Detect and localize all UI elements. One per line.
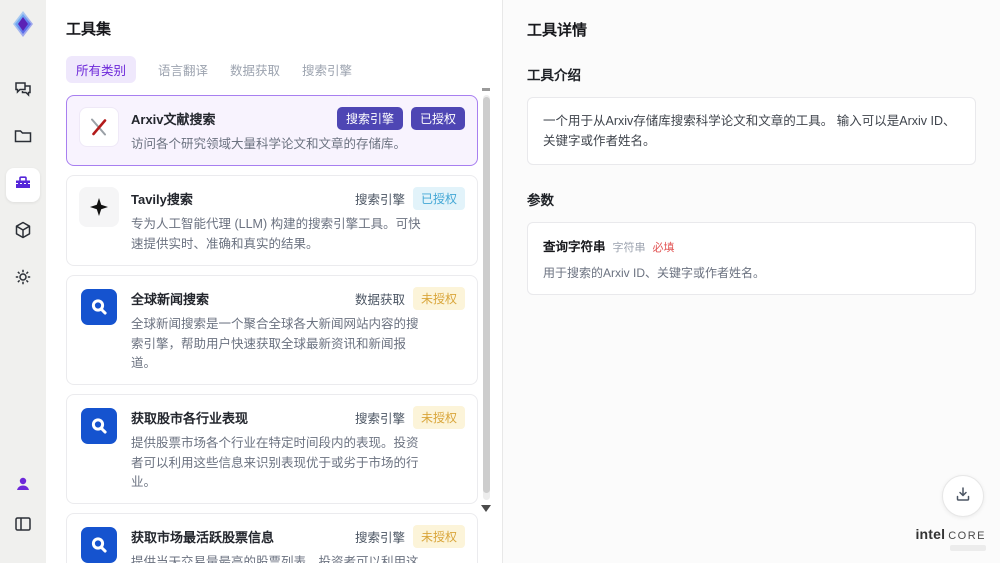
nav-tools-button[interactable]	[6, 168, 40, 202]
tool-name: Arxiv文献搜索	[131, 112, 216, 127]
user-icon	[13, 474, 33, 499]
auth-status-badge: 已授权	[410, 107, 465, 130]
nav-models-button[interactable]	[6, 215, 40, 249]
app-logo-icon	[7, 8, 39, 40]
tool-description: 专为人工智能代理 (LLM) 构建的搜索引擎工具。可快速提供实时、准确和真实的结…	[131, 217, 421, 251]
category-badge: 搜索引擎	[354, 531, 405, 546]
param-name: 查询字符串	[543, 240, 606, 254]
tab-data-acquisition[interactable]: 数据获取	[230, 56, 280, 83]
user-profile-button[interactable]	[6, 469, 40, 503]
tool-description: 全球新闻搜索是一个聚合全球各大新闻网站内容的搜索引擎，帮助用户快速获取全球最新资…	[131, 317, 419, 370]
tool-card-global-news[interactable]: 全球新闻搜索 数据获取 未授权 全球新闻搜索是一个聚合全球各大新闻网站内容的搜索…	[66, 275, 478, 386]
scroll-up-button[interactable]	[482, 88, 490, 91]
blue-search-icon	[79, 406, 119, 446]
category-tabs: 所有类别 语言翻译 数据获取 搜索引擎	[66, 56, 502, 83]
param-required-badge: 必填	[652, 242, 675, 254]
icon-rail	[0, 0, 46, 563]
tool-name: 获取股市各行业表现	[131, 411, 249, 427]
tool-description: 访问各个研究领域大量科学论文和文章的存储库。	[131, 137, 407, 151]
category-badge: 搜索引擎	[336, 107, 403, 130]
arxiv-icon	[79, 107, 119, 147]
auth-status-badge: 未授权	[412, 406, 465, 430]
cube-icon	[13, 220, 33, 245]
scrollbar-track[interactable]	[482, 95, 490, 500]
tab-language-translation[interactable]: 语言翻译	[158, 56, 208, 83]
tool-description: 提供当天交易量最高的股票列表。投资者可以利用这些信息来识别流动性强的股票和潜在的…	[131, 555, 419, 563]
page-title: 工具集	[66, 21, 112, 38]
tool-name: Tavily搜索	[131, 192, 193, 208]
brand-core-text: CORE	[948, 530, 986, 542]
chat-icon	[13, 79, 33, 104]
tavily-star-icon	[79, 187, 119, 228]
tool-name: 获取市场最活跃股票信息	[131, 530, 275, 546]
tool-card-tavily[interactable]: Tavily搜索 搜索引擎 已授权 专为人工智能代理 (LLM) 构建的搜索引擎…	[66, 175, 478, 267]
brand-subtext	[950, 545, 986, 551]
scroll-down-button[interactable]	[481, 505, 491, 512]
tool-card-arxiv[interactable]: Arxiv文献搜索 搜索引擎 已授权 访问各个研究领域大量科学论文和文章的存储库…	[66, 95, 478, 167]
param-box: 查询字符串 字符串 必填 用于搜索的Arxiv ID、关键字或作者姓名。	[527, 222, 976, 295]
nav-files-button[interactable]	[6, 121, 40, 155]
blue-search-icon	[79, 525, 119, 563]
tool-detail-panel: 工具详情 工具介绍 一个用于从Arxiv存储库搜索科学论文和文章的工具。 输入可…	[502, 0, 1000, 563]
category-badge: 搜索引擎	[354, 412, 405, 427]
intro-text: 一个用于从Arxiv存储库搜索科学论文和文章的工具。 输入可以是Arxiv ID…	[543, 114, 956, 148]
nav-settings-button[interactable]	[6, 262, 40, 296]
auth-status-badge: 未授权	[412, 287, 465, 311]
tools-panel: 工具集 所有类别 语言翻译 数据获取 搜索引擎 Arxiv文献搜索 搜索引擎 已…	[46, 0, 502, 563]
tab-all-categories[interactable]: 所有类别	[66, 56, 137, 83]
blue-search-icon	[79, 287, 119, 327]
tool-list: Arxiv文献搜索 搜索引擎 已授权 访问各个研究领域大量科学论文和文章的存储库…	[66, 95, 478, 563]
list-scrollbar[interactable]	[481, 88, 491, 528]
gear-icon	[13, 267, 33, 292]
category-badge: 搜索引擎	[354, 193, 405, 208]
tool-card-sector-performance[interactable]: 获取股市各行业表现 搜索引擎 未授权 提供股票市场各个行业在特定时间段内的表现。…	[66, 394, 478, 505]
auth-status-badge: 未授权	[412, 525, 465, 549]
collapse-panel-button[interactable]	[6, 509, 40, 543]
intro-heading: 工具介绍	[527, 68, 581, 83]
param-type: 字符串	[612, 242, 646, 254]
category-badge: 数据获取	[354, 293, 405, 308]
download-icon	[954, 485, 972, 508]
tool-card-most-active-stocks[interactable]: 获取市场最活跃股票信息 搜索引擎 未授权 提供当天交易量最高的股票列表。投资者可…	[66, 513, 478, 563]
folder-icon	[13, 126, 33, 151]
panel-icon	[13, 514, 33, 539]
intel-core-logo: intel CORE	[915, 526, 986, 551]
detail-title: 工具详情	[527, 22, 588, 39]
tab-search-engine[interactable]: 搜索引擎	[302, 56, 352, 83]
intro-box: 一个用于从Arxiv存储库搜索科学论文和文章的工具。 输入可以是Arxiv ID…	[527, 97, 976, 165]
auth-status-badge: 已授权	[412, 187, 465, 211]
params-heading: 参数	[527, 193, 554, 208]
brand-intel-text: intel	[915, 526, 946, 542]
nav-chat-button[interactable]	[6, 74, 40, 108]
tool-description: 提供股票市场各个行业在特定时间段内的表现。投资者可以利用这些信息来识别表现优于或…	[131, 436, 419, 489]
scrollbar-thumb[interactable]	[482, 97, 490, 493]
param-description: 用于搜索的Arxiv ID、关键字或作者姓名。	[543, 266, 766, 280]
app-window: 工具集 所有类别 语言翻译 数据获取 搜索引擎 Arxiv文献搜索 搜索引擎 已…	[0, 0, 1000, 563]
toolbox-icon	[13, 173, 33, 198]
download-button[interactable]	[942, 475, 984, 517]
tool-name: 全球新闻搜索	[131, 292, 210, 308]
